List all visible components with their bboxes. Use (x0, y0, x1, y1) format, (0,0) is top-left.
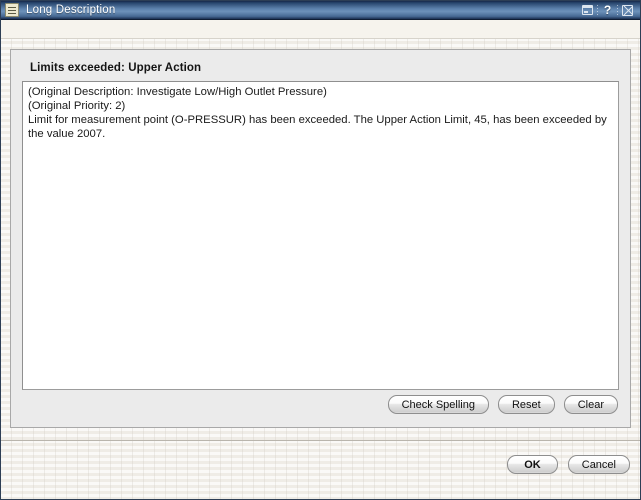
reset-button[interactable]: Reset (497, 395, 555, 414)
content-area: Limits exceeded: Upper Action (Original … (1, 39, 640, 440)
panel-button-bar: Check Spelling Reset Clear (21, 390, 620, 419)
long-description-window: Long Description ? Limits exceeded: Uppe… (0, 0, 641, 500)
document-lines-icon (5, 3, 19, 17)
check-spelling-button[interactable]: Check Spelling (387, 395, 489, 414)
description-textarea[interactable]: (Original Description: Investigate Low/H… (22, 81, 619, 390)
window-title: Long Description (26, 4, 116, 16)
dialog-footer: OK Cancel (1, 441, 640, 499)
long-description-panel: Limits exceeded: Upper Action (Original … (10, 49, 631, 428)
help-icon: ? (603, 3, 612, 17)
clear-button[interactable]: Clear (563, 395, 618, 414)
page-top-strip (1, 20, 640, 39)
cancel-button[interactable]: Cancel (567, 455, 630, 474)
panel-title: Limits exceeded: Upper Action (30, 62, 202, 74)
ok-button[interactable]: OK (507, 455, 558, 474)
window-controls: ? (580, 3, 635, 18)
restore-icon (582, 5, 593, 15)
description-line: (Original Description: Investigate Low/H… (28, 86, 327, 98)
description-line: (Original Priority: 2) (28, 100, 126, 112)
close-icon (622, 4, 633, 16)
description-line: Limit for measurement point (O-PRESSUR) … (28, 114, 607, 140)
window-page: Limits exceeded: Upper Action (Original … (1, 20, 640, 499)
restore-button[interactable] (580, 3, 595, 18)
close-button[interactable] (620, 3, 635, 18)
help-button[interactable]: ? (600, 3, 615, 18)
window-titlebar[interactable]: Long Description ? (1, 1, 640, 20)
